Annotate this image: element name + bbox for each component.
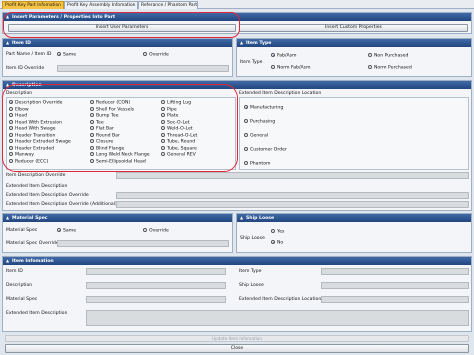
item-type-option-norm-fab-asm[interactable]: Norm Fab/Asm <box>271 65 311 72</box>
info-material-spec-field <box>86 296 226 303</box>
material-spec-panel: ▲ Material Spec Material Spec Same Overri… <box>2 213 233 253</box>
material-spec-override-radio[interactable]: Override <box>143 228 169 235</box>
info-extended-description-label: Extended Item Description <box>6 311 68 316</box>
ship-loose-yes-radio[interactable]: Yes <box>271 229 284 236</box>
insert-custom-properties-button[interactable]: Insert Custom Properties <box>239 24 468 32</box>
info-item-id-label: Item ID <box>6 269 23 274</box>
close-button[interactable]: Close <box>5 344 469 353</box>
ship-loose-label: Ship Loose <box>240 236 265 241</box>
tab-part-information[interactable]: Profit Key Part Infomation <box>2 1 64 9</box>
material-spec-header: ▲ Material Spec <box>3 214 232 222</box>
extended-description-override-field[interactable] <box>116 192 469 199</box>
tab-reference-phantom[interactable]: Referance / Phantom Part <box>138 1 198 9</box>
ext-location-general-radio[interactable]: General <box>244 133 268 140</box>
item-information-panel: ▲ Item Infomation Item ID Description Mat… <box>2 256 472 332</box>
highlight-insert-params <box>3 12 240 38</box>
item-information-header: ▲ Item Infomation <box>3 257 471 265</box>
update-item-information-button[interactable]: Update Item Infomation <box>5 335 469 342</box>
radio-selected-icon <box>244 105 248 109</box>
ext-location-box: Manufacturing Purchasing General Custome… <box>239 97 469 170</box>
item-id-same-radio[interactable]: Same <box>57 52 76 59</box>
radio-selected-icon <box>271 240 275 244</box>
radio-icon <box>271 229 275 233</box>
radio-icon <box>271 65 275 69</box>
info-material-spec-label: Material Spec <box>6 297 38 302</box>
radio-icon <box>244 161 248 165</box>
radio-icon <box>244 147 248 151</box>
extended-item-description-label: Extended Item Description <box>6 184 68 189</box>
extended-description-additional-field[interactable] <box>116 201 469 208</box>
radio-icon <box>368 53 372 57</box>
info-ext-location-field <box>321 296 469 303</box>
tab-bar: Profit Key Part Infomation Profit Key As… <box>0 0 474 9</box>
item-type-panel: ▲ Item Type Item Type Fab/Asm Non Purchas… <box>236 38 472 77</box>
info-ship-loose-label: Ship Loose <box>239 283 264 288</box>
extended-description-additional-label: Extended Item Description Override (Addi… <box>6 202 117 207</box>
item-id-header: ▲ Item ID <box>3 39 232 47</box>
radio-icon <box>143 228 147 232</box>
radio-selected-icon <box>57 52 61 56</box>
info-item-type-label: Item Type <box>239 269 262 274</box>
tab-assembly-information[interactable]: Profit Key Assembly Infomation <box>64 1 138 9</box>
item-type-header: ▲ Item Type <box>237 39 471 47</box>
material-spec-label: Material Spec <box>6 228 38 233</box>
item-id-override-field[interactable] <box>57 65 229 72</box>
part-name-label: Part Name / Item ID <box>6 52 52 57</box>
info-ext-location-label: Extended Item Description Location <box>239 297 322 302</box>
info-ship-loose-field <box>321 282 469 289</box>
ext-location-purchasing-radio[interactable]: Purchasing <box>244 119 275 126</box>
info-description-field <box>86 282 226 289</box>
radio-icon <box>244 119 248 123</box>
radio-icon <box>244 133 248 137</box>
ship-loose-no-radio[interactable]: No <box>271 240 283 247</box>
ext-location-phantom-radio[interactable]: Phantom <box>244 161 271 168</box>
radio-selected-icon <box>57 228 61 232</box>
radio-icon <box>143 52 147 56</box>
item-type-option-fab-asm[interactable]: Fab/Asm <box>271 53 297 60</box>
item-id-override-radio[interactable]: Override <box>143 52 169 59</box>
radio-selected-icon <box>271 53 275 57</box>
item-description-override-field[interactable] <box>116 172 469 179</box>
item-id-panel: ▲ Item ID Part Name / Item ID Same Overri… <box>2 38 233 77</box>
material-spec-override-label: Material Spec Override <box>6 241 59 246</box>
ship-loose-panel: ▲ Ship Loose Ship Loose Yes No <box>236 213 472 253</box>
item-type-label: Item Type <box>240 60 263 65</box>
highlight-description <box>2 84 238 172</box>
ship-loose-header: ▲ Ship Loose <box>237 214 471 222</box>
radio-icon <box>368 65 372 69</box>
ext-location-customer-order-radio[interactable]: Customer Order <box>244 147 287 154</box>
item-type-option-norm-purchased[interactable]: Norm Purchased <box>368 65 412 72</box>
info-item-type-field <box>321 268 469 275</box>
info-extended-description-field <box>86 310 469 326</box>
ext-location-manufacturing-radio[interactable]: Manufacturing <box>244 105 283 112</box>
info-item-id-field <box>86 268 226 275</box>
info-description-label: Description <box>6 283 33 288</box>
item-id-override-label: Item ID Override <box>6 66 45 71</box>
material-spec-override-field[interactable] <box>57 240 229 247</box>
item-description-override-label: Item Description Override <box>6 173 66 178</box>
item-type-option-non-purchased[interactable]: Non Purchased <box>368 53 408 60</box>
extended-description-override-label: Extended Item Description Override <box>6 193 89 198</box>
material-spec-same-radio[interactable]: Same <box>57 228 76 235</box>
